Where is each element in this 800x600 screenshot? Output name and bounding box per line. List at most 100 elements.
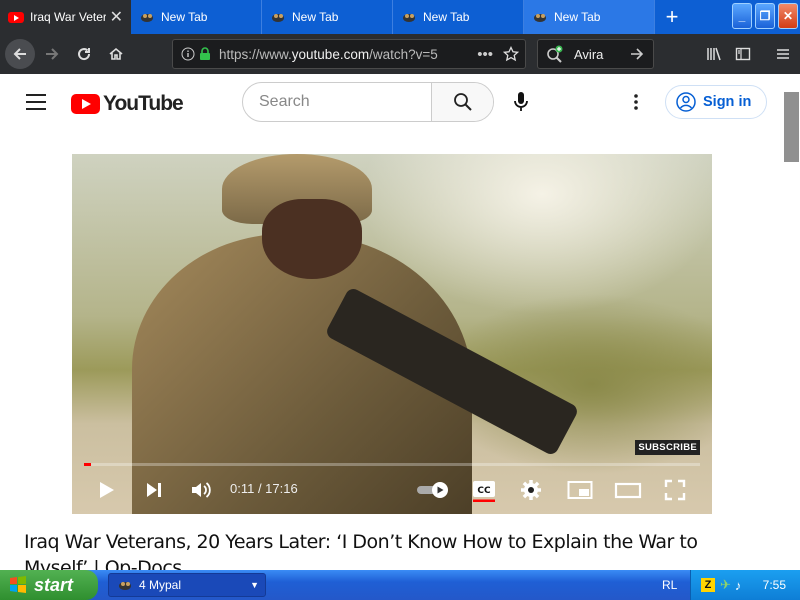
search-box: Search — [242, 82, 494, 122]
captions-button[interactable]: CC — [472, 478, 496, 502]
settings-button[interactable] — [520, 478, 542, 502]
miniplayer-icon — [567, 481, 593, 499]
miniplayer-button[interactable] — [567, 478, 593, 502]
navigation-toolbar: https://www.youtube.com/watch?v=5 ••• Av… — [0, 34, 800, 74]
fullscreen-button[interactable] — [664, 478, 686, 502]
time-display: 0:11 / 17:16 — [230, 481, 298, 496]
mypal-icon — [119, 582, 131, 590]
tab-label: New Tab — [554, 10, 601, 24]
reload-button[interactable] — [69, 39, 99, 69]
tab-youtube-video[interactable]: Iraq War Veterans, 20 Years Later ✕ — [0, 0, 131, 34]
dropdown-arrow-icon: ▼ — [250, 580, 259, 590]
search-button[interactable] — [431, 83, 493, 121]
guide-menu-button[interactable] — [26, 94, 46, 115]
sidebar-icon — [735, 47, 751, 61]
start-label: start — [34, 574, 74, 595]
url-text: https://www.youtube.com/watch?v=5 — [219, 46, 438, 62]
arrow-right-icon — [46, 48, 59, 60]
autoplay-toggle[interactable] — [416, 478, 452, 502]
menu-button[interactable] — [768, 39, 798, 69]
library-button[interactable] — [699, 39, 729, 69]
autoplay-toggle-icon — [417, 482, 448, 498]
search-input[interactable]: Search — [243, 83, 431, 121]
search-plus-icon — [547, 45, 563, 63]
mypal-icon — [141, 14, 153, 22]
restore-button[interactable]: ❐ — [755, 3, 775, 29]
page-scrollbar[interactable] — [784, 74, 800, 570]
page-actions-icon[interactable]: ••• — [477, 46, 493, 63]
scrollbar-thumb[interactable] — [784, 92, 799, 162]
language-indicator[interactable]: RL — [662, 578, 677, 592]
youtube-logo-text: YouTube — [103, 92, 184, 115]
skip-next-icon — [147, 483, 161, 497]
volume-icon — [192, 482, 211, 498]
back-button[interactable] — [5, 39, 35, 69]
bookmark-star-icon[interactable] — [503, 46, 519, 62]
tab-new-tab[interactable]: New Tab — [393, 0, 524, 34]
subscribe-watermark[interactable]: SUBSCRIBE — [635, 440, 700, 455]
windows-logo-icon — [10, 576, 26, 593]
progress-played — [84, 463, 91, 466]
arrow-left-icon — [13, 48, 26, 60]
search-icon — [453, 93, 472, 111]
sign-in-label: Sign in — [703, 94, 752, 110]
voice-search-button[interactable] — [512, 91, 530, 118]
settings-menu-button[interactable] — [633, 93, 639, 116]
tab-label: New Tab — [161, 10, 208, 24]
taskbar-window-label: 4 Mypal — [139, 578, 182, 592]
library-icon — [707, 47, 721, 61]
close-window-button[interactable]: ✕ — [778, 3, 798, 29]
tab-new-tab[interactable]: New Tab — [262, 0, 393, 34]
tray-app-icon[interactable]: Z — [701, 578, 715, 592]
play-button[interactable] — [96, 478, 116, 502]
close-tab-icon[interactable]: ✕ — [110, 7, 123, 27]
closed-captions-icon: CC — [473, 481, 495, 502]
youtube-logo[interactable]: YouTube — [71, 92, 184, 116]
youtube-header: YouTube Search Sign in — [0, 74, 784, 130]
search-engine-label: Avira — [574, 46, 604, 62]
sidebar-button[interactable] — [728, 39, 758, 69]
system-tray: Z ✈ ♪ 7:55 — [690, 570, 800, 600]
fullscreen-icon — [664, 479, 686, 501]
start-button[interactable]: start — [0, 570, 98, 600]
reload-icon — [78, 48, 91, 61]
video-frame-face — [262, 199, 362, 279]
svg-text:CC: CC — [477, 486, 491, 496]
taskbar-window-button[interactable]: 4 Mypal ▼ — [108, 573, 266, 597]
tab-label: New Tab — [292, 10, 339, 24]
theater-mode-icon — [614, 482, 642, 499]
lock-icon — [200, 47, 210, 60]
player-controls: 0:11 / 17:16 CC — [72, 470, 712, 510]
minimize-button[interactable]: _ — [732, 3, 752, 29]
windows-taskbar: start 4 Mypal ▼ RL Z ✈ ♪ 7:55 — [0, 570, 800, 600]
sign-in-button[interactable]: Sign in — [665, 85, 767, 119]
progress-bar[interactable] — [84, 463, 700, 466]
microphone-icon — [514, 92, 528, 111]
play-icon — [100, 482, 114, 498]
home-button[interactable] — [101, 39, 131, 69]
account-icon — [676, 92, 696, 112]
theater-mode-button[interactable] — [614, 478, 642, 502]
tray-volume-icon[interactable]: ♪ — [735, 578, 742, 593]
next-button[interactable] — [144, 478, 164, 502]
new-tab-button[interactable]: + — [655, 0, 689, 34]
tab-new-tab[interactable]: New Tab — [131, 0, 262, 34]
clock[interactable]: 7:55 — [763, 578, 786, 592]
forward-button[interactable] — [37, 39, 67, 69]
video-player[interactable]: SUBSCRIBE 0:11 / 17:16 CC — [72, 154, 712, 514]
url-bar[interactable]: https://www.youtube.com/watch?v=5 ••• — [172, 39, 526, 69]
gear-icon — [521, 480, 541, 500]
arrow-right-icon[interactable] — [629, 46, 645, 62]
mypal-icon — [272, 14, 284, 22]
tray-network-icon[interactable]: ✈ — [720, 577, 731, 593]
home-icon — [109, 47, 123, 60]
tab-strip: Iraq War Veterans, 20 Years Later ✕ New … — [0, 0, 800, 34]
info-icon[interactable] — [181, 47, 195, 61]
youtube-icon — [8, 11, 24, 23]
hamburger-menu-icon — [777, 49, 789, 59]
search-engine-box[interactable]: Avira — [537, 39, 654, 69]
mute-button[interactable] — [190, 478, 212, 502]
tab-new-tab[interactable]: New Tab — [524, 0, 655, 34]
mypal-icon — [534, 14, 546, 22]
tab-label: Iraq War Veterans, 20 Years Later — [30, 10, 106, 24]
